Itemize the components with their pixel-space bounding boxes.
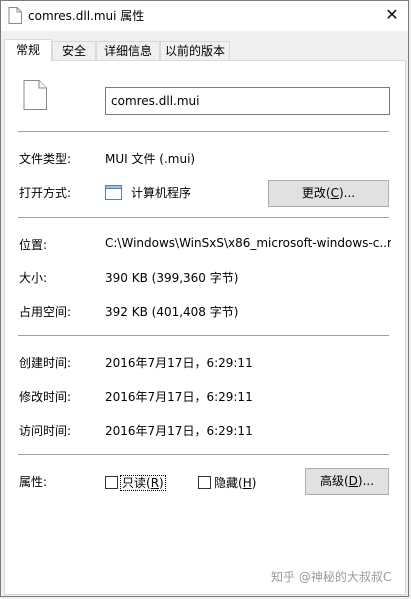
created-label: 创建时间: bbox=[19, 356, 72, 370]
size-on-disk-value: 392 KB (401,408 字节) bbox=[105, 305, 239, 319]
tab-security[interactable]: 安全 bbox=[52, 41, 96, 60]
separator bbox=[18, 454, 389, 455]
location-value: C:\Windows\WinSxS\x86_microsoft-windows-… bbox=[105, 236, 391, 250]
tab-strip: 常规 安全 详细信息 以前的版本 bbox=[1, 39, 408, 61]
tab-previous-versions[interactable]: 以前的版本 bbox=[160, 41, 230, 60]
advanced-button[interactable]: 高级(D)... bbox=[305, 468, 389, 495]
size-label: 大小: bbox=[19, 271, 48, 285]
file-icon bbox=[23, 80, 47, 110]
accessed-label: 访问时间: bbox=[19, 424, 72, 438]
hidden-label[interactable]: 隐藏(H) bbox=[214, 474, 256, 491]
file-name-field[interactable]: comres.dll.mui bbox=[105, 87, 390, 115]
tab-details[interactable]: 详细信息 bbox=[96, 41, 160, 60]
file-type-value: MUI 文件 (.mui) bbox=[105, 152, 196, 166]
watermark: 知乎 @神秘的大叔叔C bbox=[271, 570, 392, 584]
size-on-disk-label: 占用空间: bbox=[19, 305, 72, 319]
close-button[interactable]: ✕ bbox=[382, 5, 402, 25]
readonly-checkbox[interactable] bbox=[105, 476, 118, 489]
program-window-icon bbox=[105, 185, 122, 200]
separator bbox=[18, 131, 389, 132]
hidden-checkbox[interactable] bbox=[198, 476, 211, 489]
attributes-label: 属性: bbox=[19, 475, 48, 489]
change-button[interactable]: 更改(C)... bbox=[268, 180, 389, 207]
modified-label: 修改时间: bbox=[19, 390, 72, 404]
file-type-label: 文件类型: bbox=[19, 152, 72, 166]
size-value: 390 KB (399,360 字节) bbox=[105, 271, 239, 285]
modified-value: 2016年7月17日，6:29:11 bbox=[105, 390, 253, 404]
properties-window: comres.dll.mui 属性 ✕ 常规 安全 详细信息 以前的版本 com… bbox=[0, 0, 409, 597]
close-icon: ✕ bbox=[385, 5, 399, 24]
separator bbox=[18, 217, 389, 218]
open-with-value: 计算机程序 bbox=[131, 186, 192, 200]
readonly-label[interactable]: 只读(R) bbox=[120, 474, 166, 491]
accessed-value: 2016年7月17日，6:29:11 bbox=[105, 424, 253, 438]
separator bbox=[18, 335, 389, 336]
location-label: 位置: bbox=[19, 238, 48, 252]
window-title: comres.dll.mui 属性 bbox=[28, 9, 145, 23]
tab-general[interactable]: 常规 bbox=[4, 39, 52, 61]
created-value: 2016年7月17日，6:29:11 bbox=[105, 356, 253, 370]
document-icon bbox=[8, 7, 22, 24]
open-with-label: 打开方式: bbox=[19, 186, 72, 200]
general-panel: comres.dll.mui 文件类型: MUI 文件 (.mui) 打开方式:… bbox=[4, 60, 406, 595]
title-bar[interactable]: comres.dll.mui 属性 ✕ bbox=[1, 1, 408, 31]
